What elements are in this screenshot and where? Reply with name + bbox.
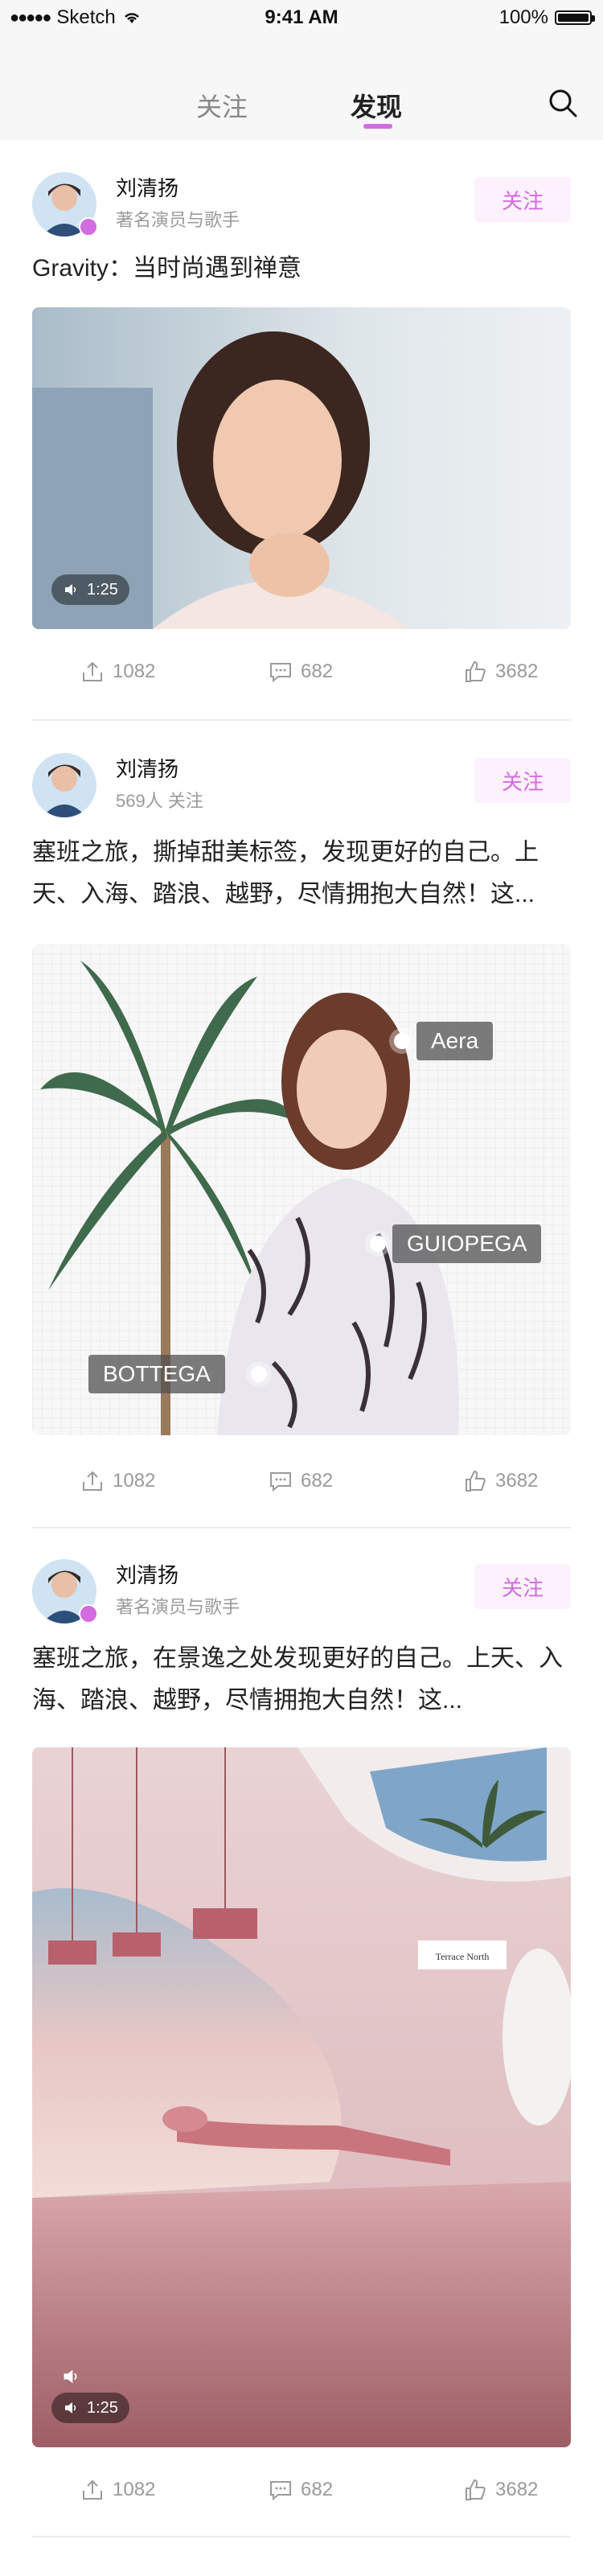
- status-bar: ●●●●● Sketch 9:41 AM 100%: [0, 0, 603, 32]
- speaker-icon: [65, 584, 76, 595]
- post-video[interactable]: Terrace North 1:25: [32, 1747, 571, 2447]
- share-count: 1082: [113, 660, 156, 682]
- active-tab-indicator: [363, 124, 392, 129]
- feed-post: 刘清扬 569人 关注 关注 塞班之旅，撕掉甜美标签，发现更好的自己。上天、入海…: [32, 753, 571, 1558]
- share-icon: [83, 661, 102, 681]
- thumbs-up-icon: [466, 1470, 486, 1492]
- post-actions: 1082 682 3682: [32, 2468, 571, 2516]
- divider: [32, 2536, 571, 2537]
- like-button[interactable]: 3682: [463, 660, 538, 684]
- duration-label: 1:25: [87, 2398, 118, 2417]
- author-name[interactable]: 刘清扬: [116, 172, 178, 202]
- product-tag[interactable]: Aera: [416, 1022, 494, 1060]
- post-actions: 1082 682 3682: [32, 650, 571, 698]
- post-text[interactable]: Gravity：当时尚遇到禅意: [32, 248, 571, 290]
- avatar[interactable]: [32, 753, 96, 817]
- speaker-icon: [65, 2402, 76, 2413]
- comment-icon: [270, 663, 291, 683]
- author-subtitle: 著名演员与歌手: [116, 1597, 240, 1617]
- post-text[interactable]: 塞班之旅，在景逸之处发现更好的自己。上天、入海、踏浪、越野，尽情拥抱大自然！这.…: [32, 1638, 571, 1722]
- like-count: 3682: [495, 2479, 539, 2500]
- share-count: 1082: [113, 1470, 156, 1492]
- divider: [32, 1527, 571, 1529]
- verified-badge-icon: [79, 217, 98, 237]
- share-icon: [83, 1471, 102, 1491]
- comment-icon: [270, 1472, 291, 1492]
- share-icon: [83, 2479, 102, 2500]
- comment-button[interactable]: 682: [269, 2478, 333, 2502]
- comment-count: 682: [301, 1470, 334, 1492]
- like-count: 3682: [495, 660, 539, 682]
- divider: [32, 719, 571, 721]
- post-actions: 1082 682 3682: [32, 1459, 571, 1508]
- comment-icon: [270, 2481, 291, 2501]
- nav-bar: 关注 发现: [0, 32, 603, 140]
- duration-label: 1:25: [87, 580, 118, 599]
- like-count: 3682: [495, 1470, 539, 1492]
- author-name[interactable]: 刘清扬: [116, 753, 178, 783]
- comment-button[interactable]: 682: [269, 1469, 333, 1493]
- feed-post: 刘清扬 著名演员与歌手 关注 塞班之旅，在景逸之处发现更好的自己。上天、入海、踏…: [32, 1559, 571, 2557]
- mute-icon[interactable]: [61, 2367, 80, 2386]
- search-icon[interactable]: [547, 87, 579, 119]
- video-duration: 1:25: [51, 574, 129, 605]
- battery-percent: 100%: [498, 6, 548, 28]
- share-button[interactable]: 1082: [80, 2478, 155, 2502]
- post-image[interactable]: Aera GUIOPEGA BOTTEGA: [32, 944, 571, 1435]
- tag-dot: [370, 1236, 386, 1252]
- product-tag[interactable]: GUIOPEGA: [392, 1224, 542, 1263]
- thumbs-up-icon: [466, 2479, 486, 2500]
- post-video[interactable]: 1:25: [32, 307, 571, 629]
- like-button[interactable]: 3682: [463, 1469, 538, 1493]
- like-button[interactable]: 3682: [463, 2478, 538, 2502]
- share-button[interactable]: 1082: [80, 1469, 155, 1493]
- comment-count: 682: [301, 2479, 334, 2500]
- feed-post: 刘清扬 著名演员与歌手 关注 Gravity：当时尚遇到禅意 1:25 1082…: [32, 172, 571, 727]
- tag-dot: [251, 1366, 267, 1382]
- tag-dot: [394, 1033, 410, 1049]
- author-subtitle: 569人 关注: [116, 791, 203, 811]
- share-button[interactable]: 1082: [80, 660, 155, 684]
- post-text[interactable]: 塞班之旅，撕掉甜美标签，发现更好的自己。上天、入海、踏浪、越野，尽情拥抱大自然！…: [32, 832, 571, 916]
- status-right: 100%: [498, 6, 595, 29]
- wall-sign: Terrace North: [436, 1951, 490, 1962]
- video-duration: 1:25: [51, 2393, 129, 2423]
- tab-discover[interactable]: 发现: [351, 87, 402, 124]
- follow-button[interactable]: 关注: [474, 177, 571, 222]
- tab-following[interactable]: 关注: [196, 87, 248, 124]
- author-subtitle: 著名演员与歌手: [116, 210, 240, 230]
- comment-button[interactable]: 682: [269, 660, 333, 684]
- product-tag[interactable]: BOTTEGA: [88, 1355, 225, 1393]
- follow-button[interactable]: 关注: [474, 1564, 571, 1609]
- share-count: 1082: [113, 2479, 156, 2500]
- follow-button[interactable]: 关注: [474, 758, 571, 803]
- author-name[interactable]: 刘清扬: [116, 1559, 178, 1589]
- battery-icon: [555, 10, 595, 25]
- comment-count: 682: [301, 660, 334, 682]
- verified-badge-icon: [79, 1604, 98, 1623]
- thumbs-up-icon: [466, 660, 486, 682]
